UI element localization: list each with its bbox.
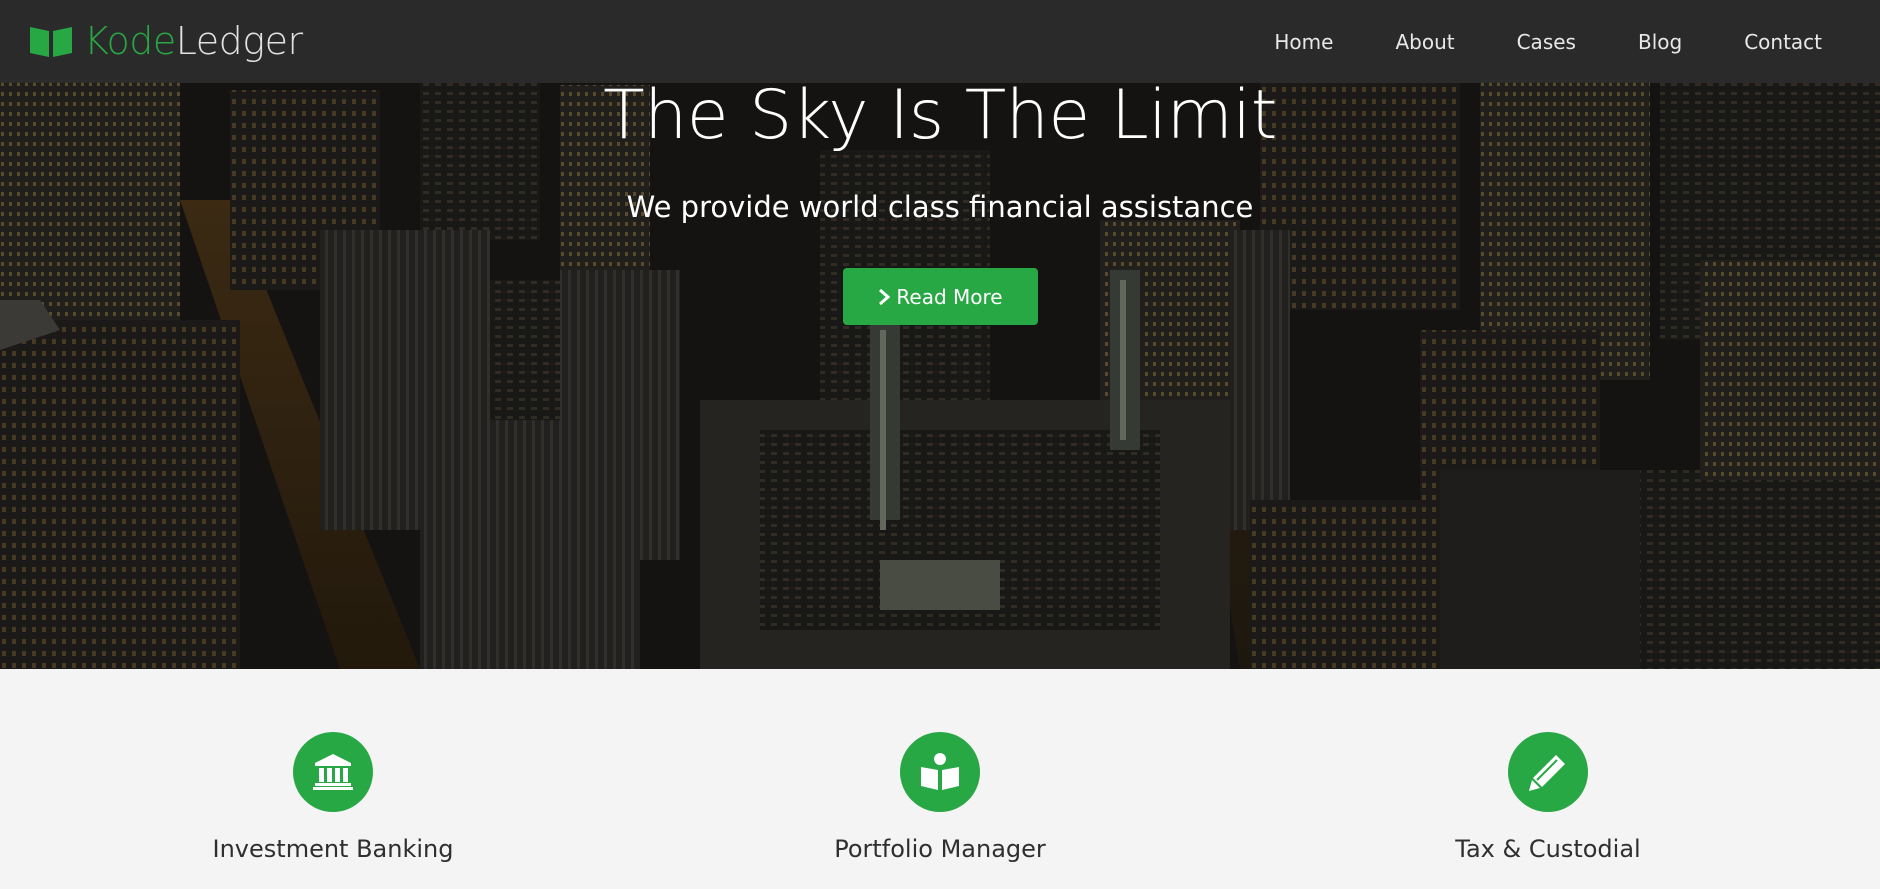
nav-item-about[interactable]: About xyxy=(1395,30,1454,54)
hero-title: The Sky Is The Limit xyxy=(603,76,1277,155)
brand-logo[interactable]: KodeLedger xyxy=(28,17,303,65)
pencil-icon xyxy=(1529,755,1565,791)
nav-item-contact[interactable]: Contact xyxy=(1744,30,1822,54)
feature-label: Portfolio Manager xyxy=(834,835,1046,863)
top-navbar: KodeLedger Home About Cases Blog Contact xyxy=(0,0,1880,83)
brand-name-part1: Kode xyxy=(84,19,176,63)
chevron-right-icon xyxy=(879,288,891,305)
nav-item-home[interactable]: Home xyxy=(1274,30,1333,54)
feature-label: Tax & Custodial xyxy=(1455,835,1641,863)
feature-icon-circle xyxy=(293,732,373,812)
read-more-label: Read More xyxy=(896,284,1003,309)
brand-name: KodeLedger xyxy=(84,19,303,63)
bank-icon xyxy=(313,754,353,790)
hero-section: KodeLedger Home About Cases Blog Contact… xyxy=(0,0,1880,669)
nav-item-blog[interactable]: Blog xyxy=(1638,30,1682,54)
nav-item-cases[interactable]: Cases xyxy=(1517,30,1576,54)
features-section: Investment Banking Portfolio Manager Tax… xyxy=(0,669,1880,889)
hero-subtitle: We provide world class financial assista… xyxy=(626,190,1254,224)
read-more-button[interactable]: Read More xyxy=(843,268,1038,325)
open-book-icon xyxy=(30,27,72,57)
brand-name-part2: Ledger xyxy=(175,19,303,63)
nav-menu: Home About Cases Blog Contact xyxy=(1274,0,1822,83)
feature-icon-circle xyxy=(1508,732,1588,812)
reader-icon xyxy=(921,753,959,790)
feature-icon-circle xyxy=(900,732,980,812)
feature-label: Investment Banking xyxy=(212,835,454,863)
